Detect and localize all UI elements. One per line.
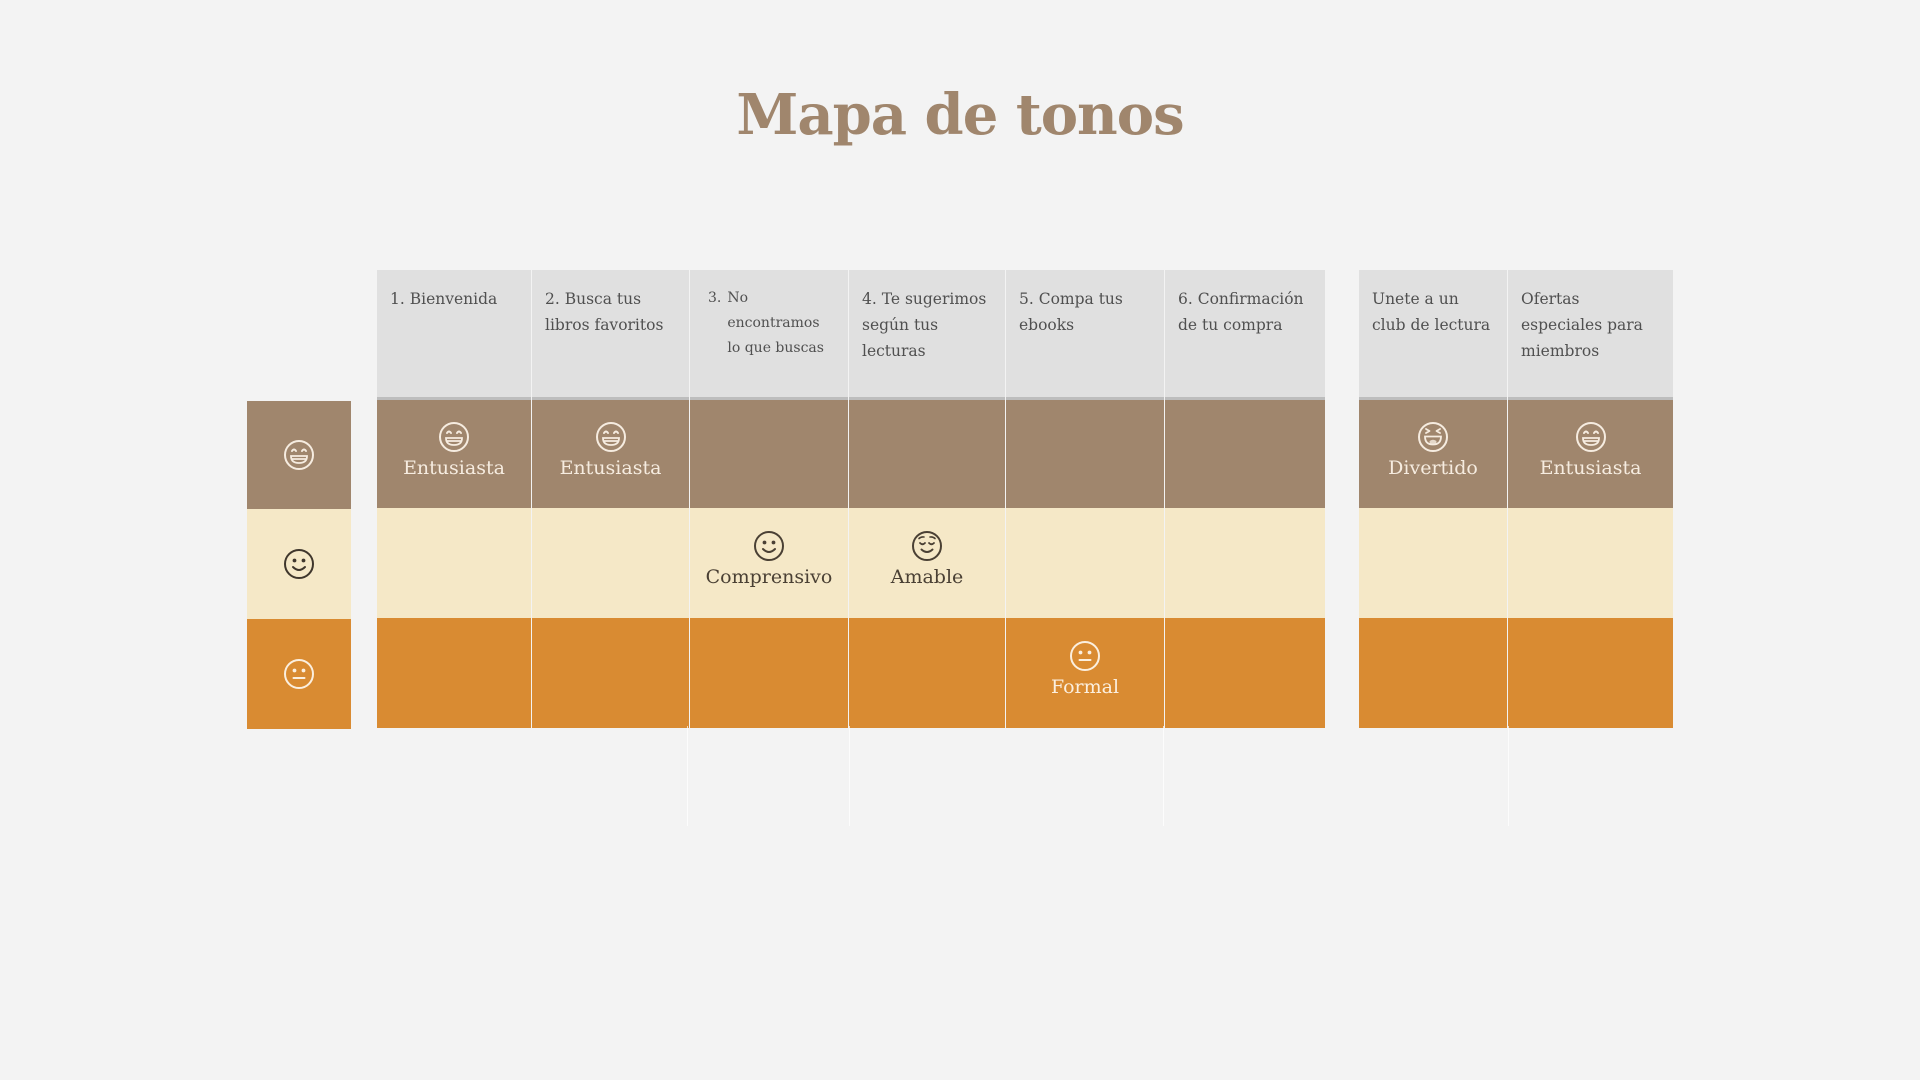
tone-legend-enthusiastic [247,401,351,509]
smiling-face-icon [284,549,314,579]
journey-step-header: 2. Busca tus libros favoritos [532,270,689,400]
tone-label: Entusiasta [1539,457,1642,479]
neutral-face-icon [1070,641,1100,671]
journey-step-column: 3. No encontramos lo que buscas Comprensi… [689,270,848,728]
step-title: Unete a un club de lectura [1372,290,1491,334]
tone-legend [247,401,351,729]
journey-step-column: 4. Te sugerimos según tus lecturas Amabl… [848,270,1005,728]
tone-cell [849,618,1005,728]
column-guide-line [849,726,850,826]
tone-label: Entusiasta [559,457,662,479]
tone-cell [532,618,689,728]
tone-cell: Entusiasta [532,400,689,508]
column-guide-line [1508,726,1509,826]
tone-label: Comprensivo [705,566,833,588]
tone-cell [532,508,689,618]
tone-cell [1165,400,1325,508]
tone-cell [1165,508,1325,618]
grinning-face-icon [284,440,314,470]
column-guide-line [687,726,688,826]
tone-cell [1508,618,1673,728]
tone-cell [1508,508,1673,618]
tone-label: Formal [1050,676,1120,698]
tone-legend-formal [247,619,351,729]
tone-cell: Formal [1006,618,1164,728]
journey-step-header: 1. Bienvenida [377,270,531,400]
grinning-face-icon [1575,422,1606,452]
grinning-face-icon [439,422,469,452]
tone-cell: Entusiasta [1508,400,1673,508]
tone-cell: Entusiasta [377,400,531,508]
tone-label: Amable [890,566,964,588]
tone-cell [1359,618,1507,728]
page-title: Mapa de tonos [736,82,1184,148]
tone-cell [849,400,1005,508]
journey-step-header: 4. Te sugerimos según tus lecturas [849,270,1005,400]
tone-cell [1006,508,1164,618]
tone-cell: Divertido [1359,400,1507,508]
journey-step-column: Unete a un club de lectura Divertido [1359,270,1507,728]
tone-cell [1359,508,1507,618]
step-number: 3. [708,290,722,306]
journey-step-column: 6. Confirmación de tu compra [1164,270,1325,728]
journey-grid-membership: Unete a un club de lectura Divertido Ofer… [1359,270,1673,728]
step-title: No encontramos lo que buscas [727,290,824,356]
grinning-face-icon [595,422,626,452]
journey-step-header: 5. Compa tus ebooks [1006,270,1164,400]
tone-cell: Comprensivo [690,508,848,618]
journey-step-column: 5. Compa tus ebooks Formal [1005,270,1164,728]
tone-cell [1006,400,1164,508]
journey-step-column: 2. Busca tus libros favoritos Entusiasta [531,270,689,728]
neutral-face-icon [284,659,314,689]
tone-label: Entusiasta [403,457,505,479]
tone-label: Divertido [1388,457,1478,479]
tone-legend-friendly [247,509,351,619]
journey-step-header: Unete a un club de lectura [1359,270,1507,400]
step-title: Ofertas especiales para miembros [1521,290,1643,360]
smiling-face-icon [754,531,784,561]
step-title: 4. Te sugerimos según tus lecturas [862,290,987,360]
column-guide-line [1163,726,1164,826]
step-title: 2. Busca tus libros favoritos [545,290,664,334]
tone-cell [377,508,531,618]
journey-step-header: Ofertas especiales para miembros [1508,270,1673,400]
tongue-face-icon [1418,422,1448,452]
step-title: 1. Bienvenida [390,290,498,308]
tone-cell: Amable [849,508,1005,618]
journey-step-header: 3. No encontramos lo que buscas [690,270,848,400]
step-title: 5. Compa tus ebooks [1019,290,1123,334]
tone-cell [690,618,848,728]
journey-grid-main: 1. Bienvenida Entusiasta 2. Busca tus lib… [377,270,1325,728]
tone-cell [690,400,848,508]
journey-step-column: 1. Bienvenida Entusiasta [377,270,531,728]
journey-step-header: 6. Confirmación de tu compra [1165,270,1325,400]
step-title: 6. Confirmación de tu compra [1178,290,1304,334]
tone-cell [1165,618,1325,728]
journey-step-column: Ofertas especiales para miembros Entusia… [1507,270,1673,728]
relieved-face-icon [912,531,942,561]
tone-cell [377,618,531,728]
